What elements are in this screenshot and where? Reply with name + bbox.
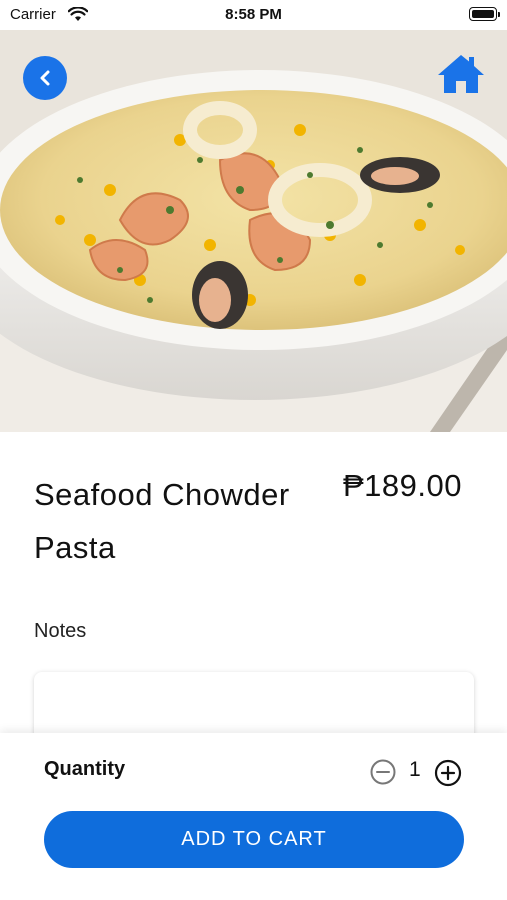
- plus-circle-icon[interactable]: [434, 759, 462, 787]
- minus-circle-icon[interactable]: [370, 759, 396, 785]
- quantity-value: 1: [409, 758, 421, 781]
- add-to-cart-button[interactable]: ADD TO CART: [44, 811, 464, 868]
- product-name: Seafood Chowder Pasta: [34, 477, 290, 565]
- home-button[interactable]: [436, 52, 486, 96]
- battery-icon: [469, 7, 500, 21]
- product-price: ₱189.00: [343, 468, 462, 503]
- home-icon: [438, 55, 484, 93]
- product-title-block: Seafood Chowder Pasta: [34, 468, 334, 574]
- chowder-illustration: [0, 30, 507, 432]
- order-panel: Quantity 1 ADD TO CART: [0, 733, 507, 900]
- back-button[interactable]: [23, 56, 67, 100]
- status-time: 8:58 PM: [225, 6, 282, 23]
- product-image: [0, 30, 507, 432]
- status-bar: Carrier 8:58 PM: [0, 0, 507, 30]
- quantity-label: Quantity: [44, 758, 126, 780]
- notes-label: Notes: [34, 620, 87, 642]
- chevron-left-icon: [40, 70, 50, 86]
